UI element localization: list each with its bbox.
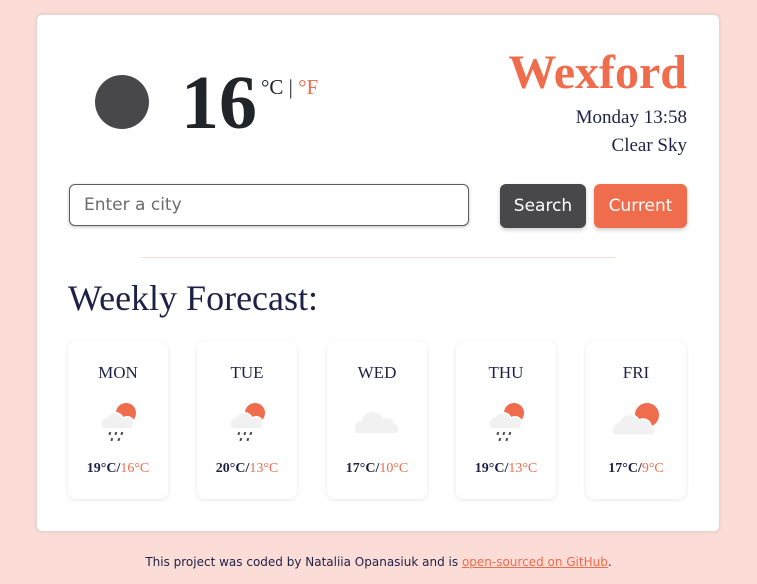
forecast-day-name: THU — [488, 363, 524, 382]
forecast-day-tue: TUE 20°C/13°C — [197, 341, 297, 499]
weather-card: 16 °C | °F Wexford Monday 13:58 Clear Sk… — [36, 14, 720, 532]
current-datetime: Monday 13:58 — [575, 107, 687, 128]
forecast-max-temp: 17°C — [345, 461, 376, 476]
forecast-max-temp: 17°C — [608, 461, 638, 476]
forecast-day-name: MON — [98, 363, 138, 382]
forecast-max-temp: 20°C — [215, 461, 246, 476]
forecast-temps: 20°C/13°C — [197, 461, 297, 477]
github-link[interactable]: open-sourced on GitHub — [462, 555, 608, 569]
forecast-min-temp: 13°C — [508, 461, 538, 476]
footer-suffix: . — [607, 555, 612, 569]
forecast-max-temp: 19°C — [474, 461, 505, 476]
footer-text: This project was coded by Nataliia Opana… — [145, 555, 462, 569]
partly-cloudy-icon — [611, 397, 661, 447]
city-name: Wexford — [508, 46, 687, 99]
rain-sun-cloud-icon — [93, 397, 143, 447]
forecast-day-name: TUE — [230, 363, 264, 382]
forecast-day-name: WED — [357, 363, 397, 382]
forecast-temps: 19°C/16°C — [68, 461, 168, 477]
forecast-temps: 19°C/13°C — [456, 461, 556, 477]
forecast-day-wed: WED 17°C/10°C — [327, 341, 427, 499]
search-button[interactable]: Search — [500, 184, 586, 228]
rain-sun-cloud-icon — [481, 397, 531, 447]
clear-night-icon — [95, 75, 149, 129]
weekly-forecast-title: Weekly Forecast: — [68, 278, 319, 318]
forecast-min-temp: 10°C — [379, 461, 409, 476]
forecast-min-temp: 9°C — [641, 461, 664, 476]
forecast-min-temp: 13°C — [249, 461, 279, 476]
forecast-day-fri: FRI 17°C/9°C — [586, 341, 686, 499]
forecast-day-thu: THU 19°C/13°C — [456, 341, 556, 499]
celsius-link[interactable]: °C — [261, 75, 283, 99]
forecast-day-mon: MON 19°C/16°C — [68, 341, 168, 499]
rain-sun-cloud-icon — [222, 397, 272, 447]
forecast-min-temp: 16°C — [120, 461, 150, 476]
cloud-icon — [352, 397, 402, 447]
fahrenheit-link[interactable]: °F — [298, 75, 318, 99]
forecast-temps: 17°C/9°C — [586, 461, 686, 477]
forecast-temps: 17°C/10°C — [327, 461, 427, 477]
unit-separator: | — [288, 75, 293, 99]
forecast-max-temp: 19°C — [86, 461, 117, 476]
weather-description: Clear Sky — [611, 135, 687, 156]
current-location-button[interactable]: Current — [594, 184, 687, 228]
unit-switcher: °C | °F — [261, 75, 318, 100]
footer: This project was coded by Nataliia Opana… — [0, 555, 757, 569]
forecast-day-name: FRI — [622, 363, 650, 382]
divider — [141, 257, 615, 258]
current-temperature: 16 — [181, 61, 257, 145]
city-search-input[interactable] — [69, 184, 469, 226]
